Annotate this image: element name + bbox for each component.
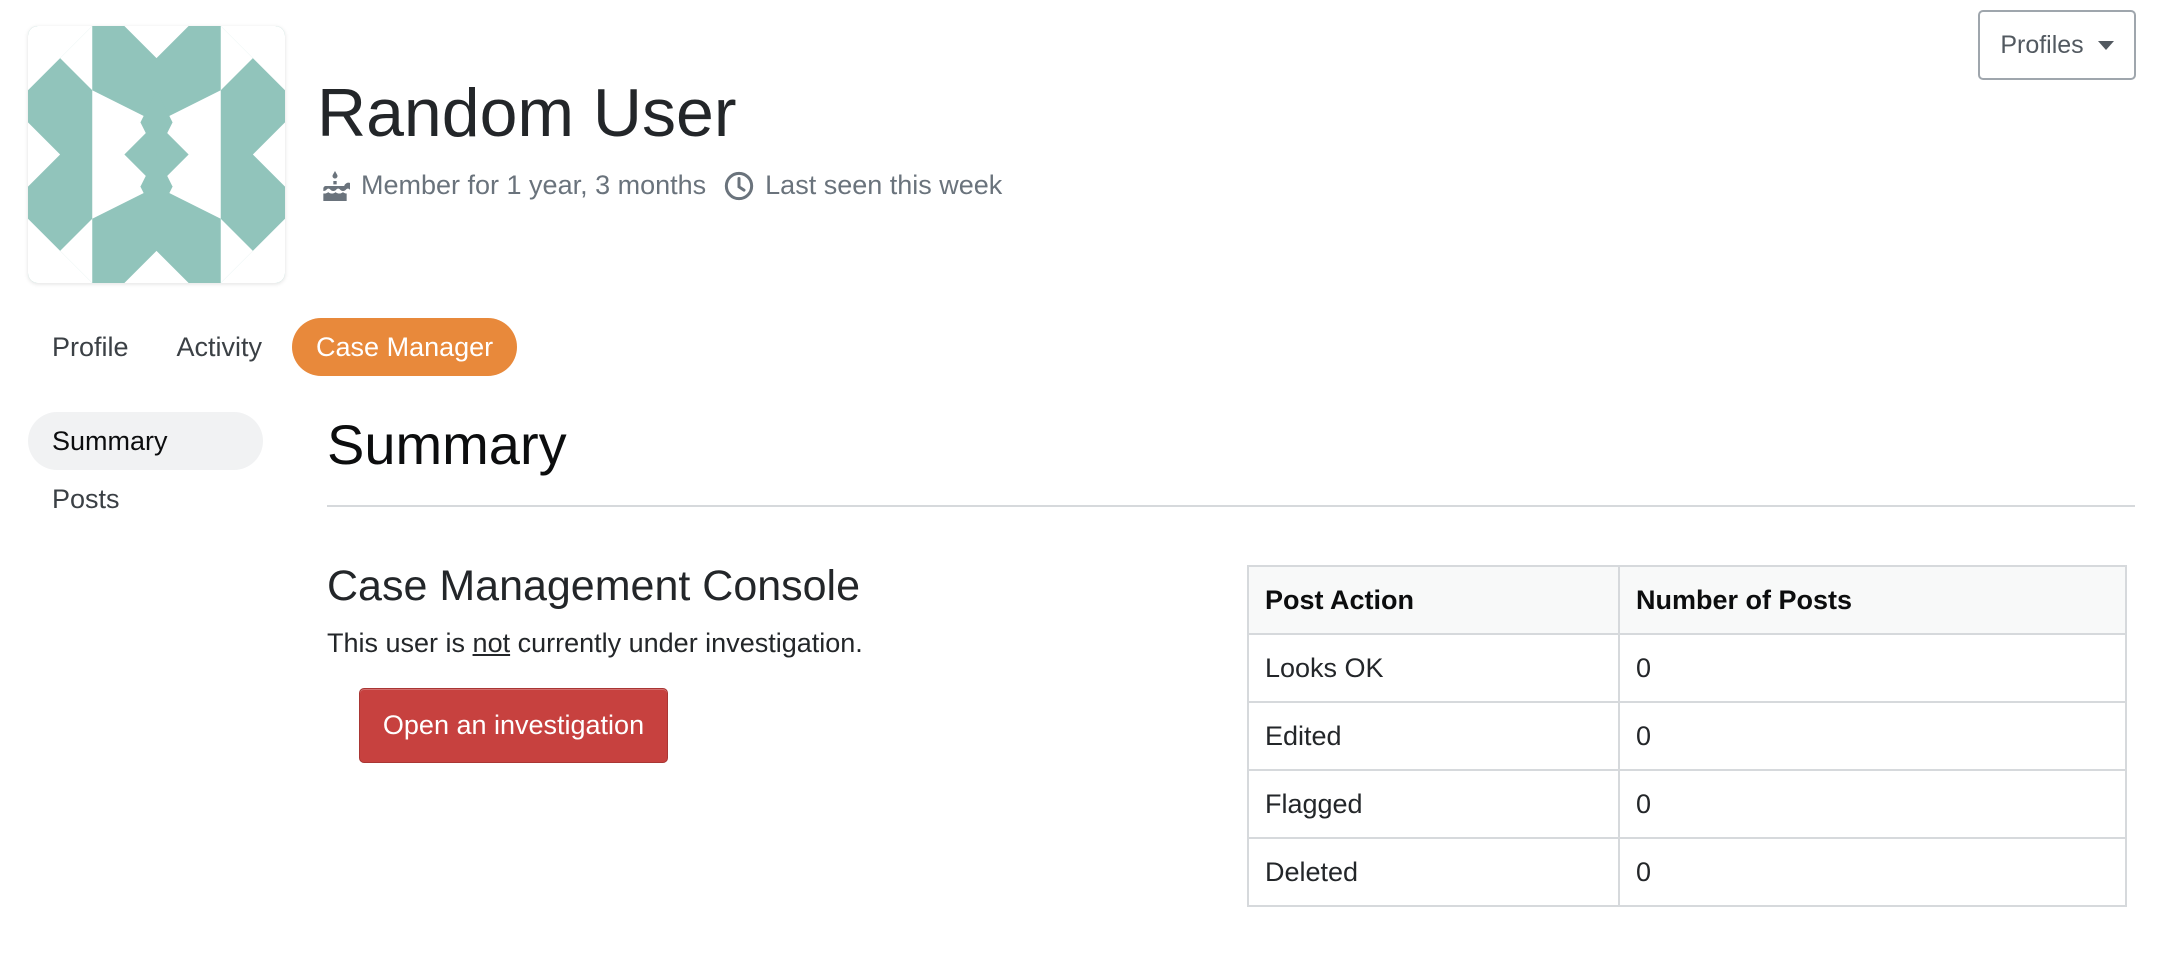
open-investigation-button[interactable]: Open an investigation xyxy=(359,688,668,763)
profile-tabs: Profile Activity Case Manager xyxy=(28,318,518,376)
cell-post-action: Looks OK xyxy=(1247,633,1620,703)
last-seen-text: Last seen this week xyxy=(765,170,1003,200)
cell-post-count: 0 xyxy=(1618,701,2127,771)
table-row: Edited 0 xyxy=(1247,701,2127,771)
profiles-dropdown[interactable]: Profiles xyxy=(1978,10,2136,80)
tab-profile[interactable]: Profile xyxy=(28,318,153,376)
profiles-label: Profiles xyxy=(2000,30,2084,59)
identicon-image xyxy=(28,26,285,283)
user-name: Random User xyxy=(317,75,737,151)
column-header-number-of-posts: Number of Posts xyxy=(1618,565,2127,635)
table-row: Deleted 0 xyxy=(1247,837,2127,907)
member-duration-text: Member for 1 year, 3 months xyxy=(361,170,707,200)
post-action-table: Post Action Number of Posts Looks OK 0 E… xyxy=(1247,565,2127,907)
column-header-post-action: Post Action xyxy=(1247,565,1620,635)
table-header-row: Post Action Number of Posts xyxy=(1247,565,2127,635)
subnav-item-summary[interactable]: Summary xyxy=(28,412,263,470)
cell-post-action: Deleted xyxy=(1247,837,1620,907)
table-row: Looks OK 0 xyxy=(1247,633,2127,703)
avatar xyxy=(28,26,285,283)
status-text-negation: not xyxy=(472,628,511,658)
cell-post-count: 0 xyxy=(1618,633,2127,703)
cell-post-action: Flagged xyxy=(1247,769,1620,839)
clock-icon xyxy=(724,171,754,201)
member-duration: Member for 1 year, 3 months xyxy=(320,170,706,201)
cell-post-count: 0 xyxy=(1618,837,2127,907)
table-row: Flagged 0 xyxy=(1247,769,2127,839)
title-divider xyxy=(327,505,2135,507)
status-text-before: This user is xyxy=(327,628,473,658)
caret-down-icon xyxy=(2097,40,2114,50)
user-meta: Member for 1 year, 3 months Last seen th… xyxy=(320,170,1020,201)
status-text-after: currently under investigation. xyxy=(510,628,863,658)
tab-activity[interactable]: Activity xyxy=(153,318,287,376)
main-content: Summary xyxy=(327,405,2135,507)
subnav-item-posts[interactable]: Posts xyxy=(28,470,263,528)
tab-case-manager[interactable]: Case Manager xyxy=(292,318,518,376)
console-title: Case Management Console xyxy=(327,562,861,610)
last-seen: Last seen this week xyxy=(724,170,1002,201)
cake-icon xyxy=(320,170,350,201)
page-title: Summary xyxy=(327,413,567,476)
cell-post-action: Edited xyxy=(1247,701,1620,771)
case-manager-subnav: Summary Posts xyxy=(28,412,263,528)
investigation-status: This user is not currently under investi… xyxy=(327,628,863,659)
cell-post-count: 0 xyxy=(1618,769,2127,839)
